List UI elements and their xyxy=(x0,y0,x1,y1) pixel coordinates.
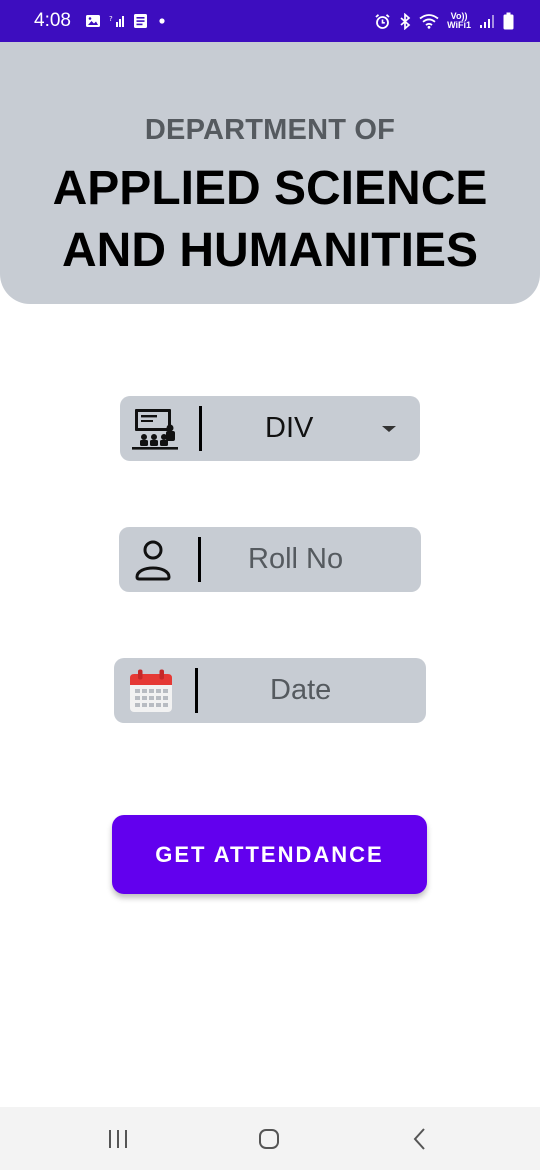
bluetooth-icon xyxy=(399,12,411,30)
dropdown-arrow-icon[interactable] xyxy=(382,426,396,432)
wifi-icon xyxy=(419,13,439,29)
signal-icon xyxy=(479,14,495,29)
person-icon xyxy=(133,527,173,592)
svg-text:?: ? xyxy=(109,15,113,23)
mobile-data-icon: ? xyxy=(109,13,125,29)
field-divider xyxy=(195,668,198,713)
status-bar: 4:08 ? Vo)) WiFi1 xyxy=(0,0,540,42)
alarm-icon xyxy=(374,13,391,30)
notification-dot-icon xyxy=(156,15,168,27)
home-icon[interactable] xyxy=(239,1107,299,1170)
roll-no-placeholder: Roll No xyxy=(248,543,344,575)
get-attendance-button[interactable]: GET ATTENDANCE xyxy=(112,815,427,894)
division-value: DIV xyxy=(265,412,314,444)
department-subtitle: DEPARTMENT OF xyxy=(144,114,396,146)
classroom-icon xyxy=(130,396,180,461)
division-dropdown[interactable]: DIV xyxy=(120,396,420,461)
status-time: 4:08 xyxy=(34,10,71,31)
battery-icon xyxy=(503,12,514,30)
volte-wifi-label: Vo)) WiFi1 xyxy=(447,12,471,30)
date-field[interactable]: Date xyxy=(114,658,426,723)
calendar-icon xyxy=(129,658,173,723)
department-header: DEPARTMENT OF APPLIED SCIENCE AND HUMANI… xyxy=(0,42,540,304)
field-divider xyxy=(199,406,202,451)
date-placeholder: Date xyxy=(270,674,332,706)
system-navigation-bar xyxy=(0,1107,540,1170)
gallery-icon xyxy=(85,13,101,29)
back-icon[interactable] xyxy=(390,1107,450,1170)
department-title-line-1: APPLIED SCIENCE xyxy=(52,162,488,215)
notes-icon xyxy=(133,13,148,29)
department-title-line-2: AND HUMANITIES xyxy=(62,224,478,277)
status-right: Vo)) WiFi1 xyxy=(374,12,514,30)
department-title: APPLIED SCIENCE AND HUMANITIES xyxy=(0,158,540,282)
status-left: 4:08 ? xyxy=(34,10,168,32)
wifi-calling-label: WiFi1 xyxy=(447,20,471,30)
field-divider xyxy=(198,537,201,582)
recent-apps-icon[interactable] xyxy=(88,1107,148,1170)
roll-no-field[interactable]: Roll No xyxy=(119,527,421,592)
